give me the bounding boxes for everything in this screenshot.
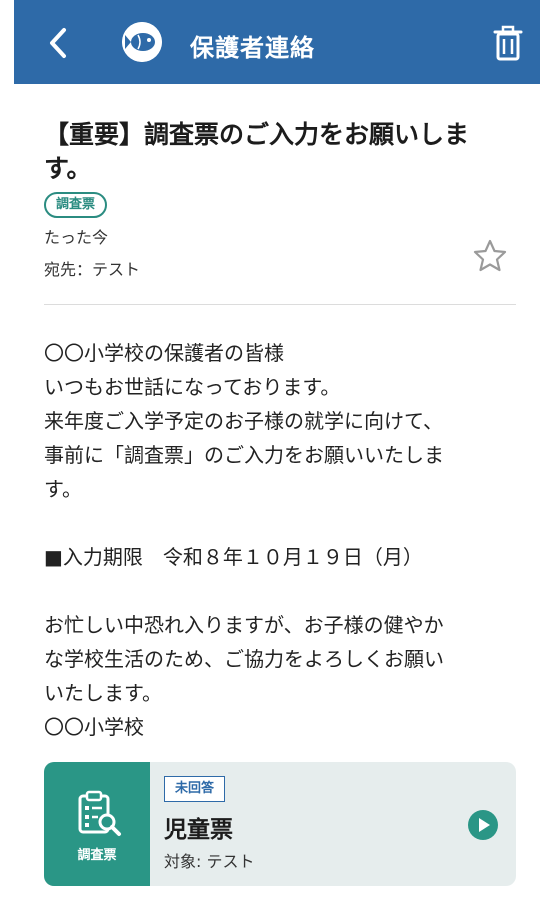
body-line: [44, 574, 514, 608]
body-line: 〇〇小学校: [44, 715, 144, 739]
card-target: 対象: テスト: [164, 852, 255, 871]
body-line: 〇〇小学校の保護者の皆様: [44, 341, 284, 365]
recipient: 宛先：テスト: [44, 260, 141, 279]
message-title: 【重要】調査票のご入力をお願いします。: [44, 120, 470, 183]
status-badge: 未回答: [164, 776, 226, 802]
timestamp: たった今: [44, 228, 109, 247]
body-line: す。: [44, 477, 82, 501]
trash-icon[interactable]: [492, 24, 524, 62]
body-line: 事前に「調査票」のご入力をお願いいたしま: [44, 443, 444, 467]
card-title: 児童票: [164, 817, 233, 843]
survey-card[interactable]: 調査票 未回答 児童票 対象: テスト: [44, 762, 516, 886]
left-gutter: [0, 0, 14, 900]
body-line: いつもお世話になっております。: [44, 375, 341, 399]
body-line: 来年度ご入学予定のお子様の就学に向けて、: [44, 409, 443, 433]
page-title: 保護者連絡: [190, 34, 315, 62]
category-tag: 調査票: [44, 192, 108, 218]
chevron-left-icon[interactable]: [44, 26, 72, 60]
body-line: いたします。: [44, 681, 162, 705]
card-icon-box: 調査票: [44, 762, 150, 886]
body-line: ■入力期限 令和８年１０月１９日（月）: [44, 545, 423, 569]
card-icon-label: 調査票: [77, 848, 117, 863]
body-line: お忙しい中恐れ入りますが、お子様の健やか: [44, 613, 444, 637]
star-outline-icon[interactable]: [472, 238, 508, 274]
app-header: 保護者連絡: [14, 0, 540, 84]
divider: [44, 304, 516, 305]
play-circle-icon[interactable]: [468, 810, 498, 840]
clipboard-search-icon: [78, 790, 121, 836]
body-line: [44, 506, 514, 540]
message-body: 〇〇小学校の保護者の皆様 いつもお世話になっております。 来年度ご入学予定のお子…: [44, 336, 514, 744]
fish-logo-icon: [122, 22, 162, 62]
body-line: な学校生活のため、ご協力をよろしくお願い: [44, 647, 444, 671]
